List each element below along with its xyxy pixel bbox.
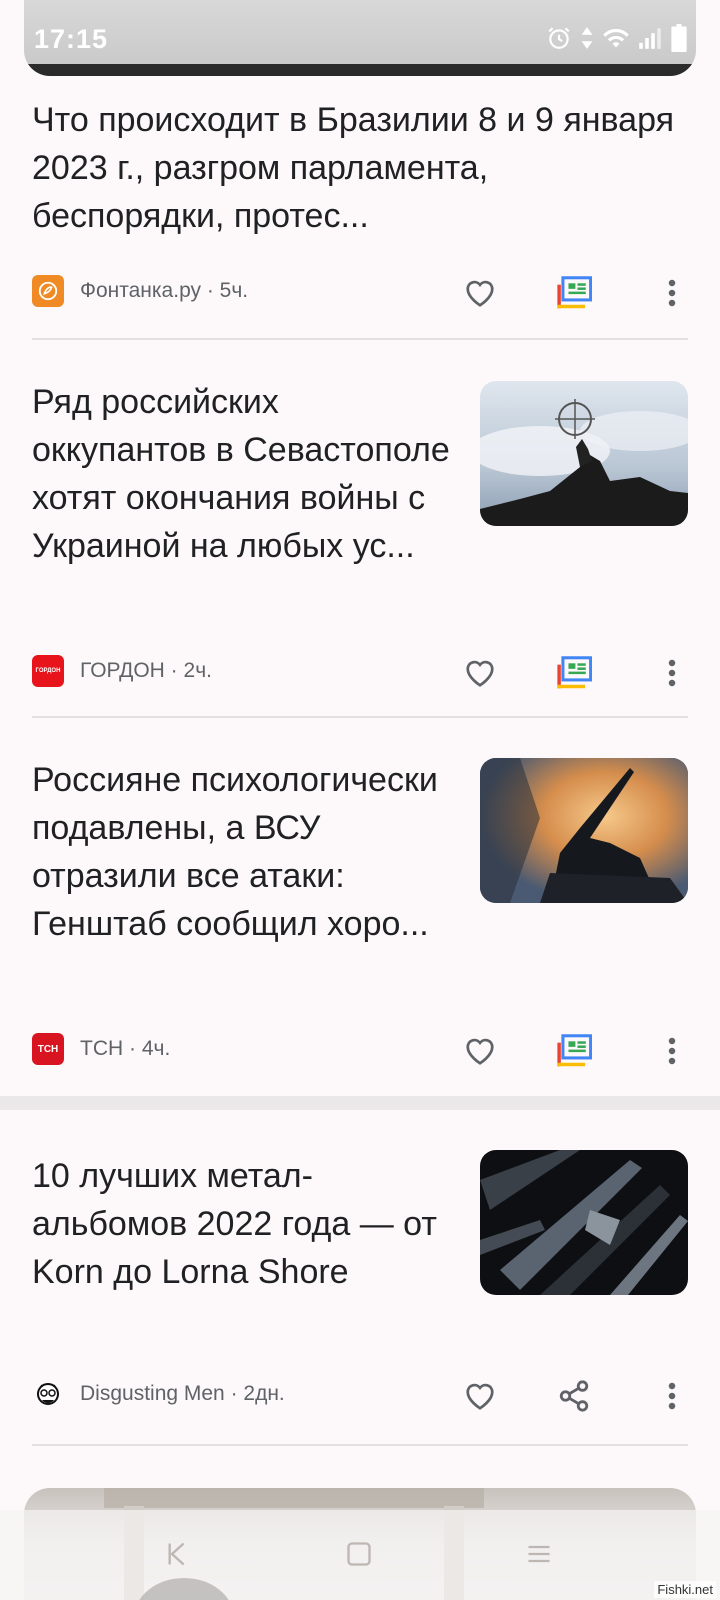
more-vert-icon bbox=[668, 1382, 676, 1410]
share-icon bbox=[559, 1380, 589, 1412]
like-button[interactable] bbox=[462, 275, 498, 311]
back-button[interactable] bbox=[165, 1540, 193, 1573]
more-options-button[interactable] bbox=[654, 655, 690, 691]
menu-icon bbox=[528, 1545, 550, 1563]
heart-icon bbox=[466, 1383, 494, 1410]
like-button[interactable] bbox=[462, 1378, 498, 1414]
full-coverage-icon bbox=[557, 656, 592, 689]
status-bar: 17:15 bbox=[24, 0, 696, 76]
alarm-icon bbox=[548, 27, 570, 49]
more-vert-icon bbox=[668, 659, 676, 687]
like-button[interactable] bbox=[462, 655, 498, 691]
article-meta: Фонтанка.ру · 5ч. bbox=[32, 271, 688, 311]
navigation-bar bbox=[0, 1510, 720, 1600]
recents-icon bbox=[347, 1542, 371, 1566]
recents-button[interactable] bbox=[345, 1540, 373, 1573]
article-meta: Disgusting Men · 2дн. bbox=[32, 1374, 688, 1414]
article-title[interactable]: Ряд российских оккупантов в Севастополе … bbox=[32, 378, 462, 570]
back-icon bbox=[168, 1542, 185, 1566]
article-thumbnail[interactable] bbox=[480, 758, 688, 903]
share-button[interactable] bbox=[556, 1378, 592, 1414]
article-title[interactable]: Что происходит в Бразилии 8 и 9 января 2… bbox=[32, 96, 688, 240]
full-coverage-icon bbox=[557, 276, 592, 309]
more-options-button[interactable] bbox=[654, 275, 690, 311]
divider bbox=[32, 338, 688, 340]
article-card[interactable]: Россияне психологически подавлены, а ВСУ… bbox=[32, 756, 688, 948]
more-vert-icon bbox=[668, 1037, 676, 1065]
like-button[interactable] bbox=[462, 1033, 498, 1069]
article-title[interactable]: 10 лучших метал-альбомов 2022 года — от … bbox=[32, 1152, 462, 1296]
gordon-logo: ГОРДОН bbox=[32, 655, 64, 687]
divider bbox=[32, 1444, 688, 1446]
more-options-button[interactable] bbox=[654, 1033, 690, 1069]
source-and-time: Фонтанка.ру · 5ч. bbox=[80, 279, 249, 302]
signal-icon bbox=[639, 28, 661, 49]
full-coverage-icon bbox=[557, 1034, 592, 1067]
wifi-icon bbox=[603, 28, 629, 48]
more-vert-icon bbox=[668, 279, 676, 307]
article-meta: ТСН ТСН · 4ч. bbox=[32, 1029, 688, 1069]
article-thumbnail[interactable] bbox=[480, 381, 688, 526]
status-time: 17:15 bbox=[34, 24, 109, 54]
full-coverage-button[interactable] bbox=[556, 1033, 592, 1069]
disgusting-men-logo bbox=[32, 1378, 64, 1410]
article-card[interactable]: 10 лучших метал-альбомов 2022 года — от … bbox=[32, 1150, 688, 1296]
source-and-time: ГОРДОН · 2ч. bbox=[80, 659, 212, 682]
source-and-time: Disgusting Men · 2дн. bbox=[80, 1382, 285, 1405]
article-thumbnail[interactable] bbox=[480, 1150, 688, 1295]
data-arrows-icon bbox=[581, 27, 593, 49]
article-meta: ГОРДОН ГОРДОН · 2ч. bbox=[32, 651, 688, 691]
fontanka-logo bbox=[32, 275, 64, 307]
watermark: Fishki.net bbox=[654, 1581, 716, 1598]
heart-icon bbox=[466, 280, 494, 307]
tsn-logo: ТСН bbox=[32, 1033, 64, 1065]
menu-button[interactable] bbox=[525, 1540, 553, 1573]
full-coverage-button[interactable] bbox=[556, 275, 592, 311]
article-card[interactable]: Ряд российских оккупантов в Севастополе … bbox=[32, 378, 688, 570]
section-separator bbox=[0, 1096, 720, 1110]
battery-icon bbox=[671, 24, 687, 52]
source-and-time: ТСН · 4ч. bbox=[80, 1037, 171, 1060]
divider bbox=[32, 716, 688, 718]
full-coverage-button[interactable] bbox=[556, 655, 592, 691]
more-options-button[interactable] bbox=[654, 1378, 690, 1414]
article-card[interactable]: Что происходит в Бразилии 8 и 9 января 2… bbox=[32, 96, 688, 240]
article-title[interactable]: Россияне психологически подавлены, а ВСУ… bbox=[32, 756, 462, 948]
heart-icon bbox=[466, 660, 494, 687]
heart-icon bbox=[466, 1038, 494, 1065]
status-icons bbox=[546, 24, 688, 52]
